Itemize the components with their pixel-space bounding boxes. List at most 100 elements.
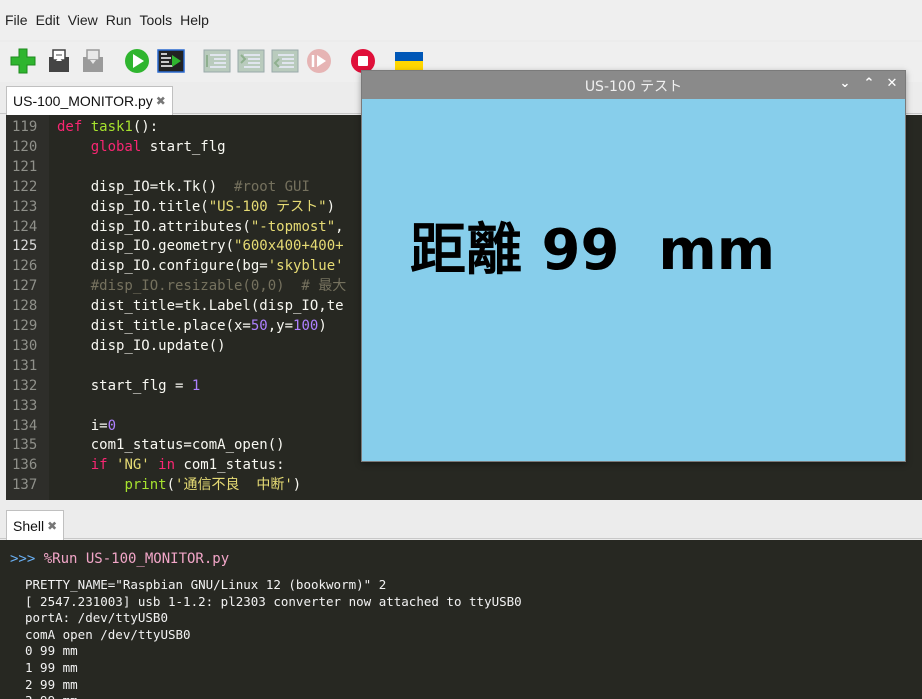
code-token: com1_status=comA_open() bbox=[57, 437, 285, 454]
code-token: ) bbox=[326, 198, 336, 215]
line-number: 127 bbox=[12, 278, 38, 295]
code-token: global bbox=[90, 138, 142, 155]
line-number: 133 bbox=[12, 397, 38, 414]
code-line: disp_IO.configure(bg='skyblue' bbox=[57, 256, 344, 276]
code-line: if 'NG' in com1_status: bbox=[57, 455, 285, 475]
code-line: def task1(): bbox=[57, 117, 158, 137]
code-token: 100 bbox=[293, 318, 319, 334]
code-line: disp_IO=tk.Tk() #root GUI bbox=[57, 177, 310, 197]
debug-icon[interactable] bbox=[156, 46, 186, 76]
code-token: ) bbox=[292, 477, 302, 494]
code-line: print('通信不良 中断') bbox=[57, 475, 301, 495]
line-number: 125 bbox=[12, 238, 38, 255]
tk-window-titlebar[interactable]: US-100 テスト ⌄ ⌃ ✕ bbox=[362, 71, 905, 99]
code-line: disp_IO.update() bbox=[57, 336, 226, 356]
minimize-icon[interactable]: ⌄ bbox=[836, 75, 854, 93]
code-token: def bbox=[57, 119, 91, 135]
step-out-icon[interactable] bbox=[270, 46, 300, 76]
code-token: ( bbox=[166, 477, 176, 494]
code-token: start_flg = bbox=[57, 377, 192, 394]
editor-tab-label: US-100_MONITOR.py bbox=[13, 93, 153, 109]
code-token: disp_IO.title( bbox=[57, 198, 209, 215]
code-token: ,y= bbox=[267, 318, 294, 334]
shell-output-line: [ 2547.231003] usb 1-1.2: pl2303 convert… bbox=[25, 593, 522, 609]
code-token: 'NG' bbox=[116, 457, 150, 474]
code-token: start_flg bbox=[141, 138, 226, 155]
shell-console[interactable]: >>> %Run US-100_MONITOR.py PRETTY_NAME="… bbox=[0, 540, 922, 699]
line-number: 134 bbox=[12, 417, 38, 434]
code-token: #disp_IO.resizable(0,0) # 最大 bbox=[57, 278, 347, 295]
step-over-icon[interactable] bbox=[202, 46, 232, 76]
tk-window-title: US-100 テスト bbox=[584, 79, 683, 95]
code-token: com1_status: bbox=[183, 457, 285, 474]
line-number: 132 bbox=[12, 377, 38, 394]
shell-prompt: >>> bbox=[10, 551, 44, 567]
menu-edit[interactable]: Edit bbox=[36, 12, 60, 28]
shell-tab-bar: Shell ✖ bbox=[0, 508, 922, 540]
code-line: global start_flg bbox=[57, 137, 226, 157]
code-line: disp_IO.geometry("600x400+400+ bbox=[57, 236, 344, 256]
menu-view[interactable]: View bbox=[68, 12, 98, 28]
menu-help[interactable]: Help bbox=[180, 12, 209, 28]
line-number: 119 bbox=[12, 119, 38, 135]
menu-tools[interactable]: Tools bbox=[139, 12, 172, 28]
code-token: #root GUI bbox=[234, 178, 310, 195]
shell-output-line: 3 99 mm bbox=[25, 693, 78, 699]
menu-bar: File Edit View Run Tools Help bbox=[0, 0, 922, 40]
menu-run[interactable]: Run bbox=[106, 12, 132, 28]
shell-tab[interactable]: Shell ✖ bbox=[6, 510, 65, 540]
code-line: start_flg = 1 bbox=[57, 376, 201, 396]
shell-command: %Run US-100_MONITOR.py bbox=[43, 551, 230, 567]
code-token: task1 bbox=[90, 119, 133, 135]
code-token: disp_IO.attributes( bbox=[57, 218, 251, 235]
code-token: 'skyblue' bbox=[267, 258, 344, 275]
code-token: disp_IO.geometry( bbox=[57, 238, 235, 255]
line-number: 123 bbox=[12, 198, 38, 215]
distance-label: 距離 99 mm bbox=[410, 218, 776, 283]
code-token: dist_title.place(x= bbox=[57, 318, 251, 334]
new-file-icon[interactable] bbox=[8, 46, 38, 76]
code-token: disp_IO.configure(bg= bbox=[57, 258, 268, 275]
code-token: print bbox=[124, 477, 167, 494]
code-token: '通信不良 中断' bbox=[175, 477, 293, 494]
code-token: dist_title=tk.Label(disp_IO,te bbox=[57, 298, 344, 315]
shell-output-line: 1 99 mm bbox=[25, 660, 78, 675]
save-file-icon[interactable] bbox=[78, 46, 108, 76]
code-token: in bbox=[149, 457, 184, 474]
code-token: ) bbox=[318, 318, 327, 334]
close-icon[interactable]: ✖ bbox=[156, 94, 166, 108]
code-token: if bbox=[90, 457, 117, 474]
close-icon[interactable]: ✕ bbox=[883, 75, 901, 93]
code-line: disp_IO.title("US-100 テスト") bbox=[57, 197, 335, 217]
line-number: 131 bbox=[12, 357, 38, 374]
resume-icon[interactable] bbox=[304, 46, 334, 76]
shell-tab-label: Shell bbox=[13, 517, 45, 534]
shell-output-line: 2 99 mm bbox=[25, 676, 78, 692]
code-token: "US-100 テスト" bbox=[208, 198, 327, 215]
tk-window[interactable]: US-100 テスト ⌄ ⌃ ✕ 距離 99 mm bbox=[361, 70, 906, 462]
maximize-icon[interactable]: ⌃ bbox=[860, 75, 878, 93]
code-token: 1 bbox=[191, 377, 201, 394]
close-icon[interactable]: ✖ bbox=[47, 519, 57, 533]
code-token: 50 bbox=[250, 318, 268, 334]
menu-file[interactable]: File bbox=[5, 12, 28, 28]
line-number: 121 bbox=[12, 158, 38, 175]
step-into-icon[interactable] bbox=[236, 46, 266, 76]
line-number: 128 bbox=[12, 298, 38, 315]
code-line: disp_IO.attributes("-topmost", bbox=[57, 217, 344, 237]
line-number: 135 bbox=[12, 437, 38, 454]
line-number: 130 bbox=[12, 337, 38, 354]
editor-tab[interactable]: US-100_MONITOR.py ✖ bbox=[6, 86, 173, 115]
code-line: dist_title=tk.Label(disp_IO,te bbox=[57, 296, 344, 316]
run-icon[interactable] bbox=[122, 46, 152, 76]
code-token: "600x400+400+ bbox=[234, 238, 344, 255]
code-line: com1_status=comA_open() bbox=[57, 435, 285, 455]
line-number: 129 bbox=[12, 318, 38, 334]
line-number: 124 bbox=[12, 218, 38, 235]
shell-command-line: >>> %Run US-100_MONITOR.py bbox=[10, 550, 229, 568]
open-file-icon[interactable] bbox=[44, 46, 74, 76]
code-token: disp_IO.update() bbox=[57, 337, 226, 354]
